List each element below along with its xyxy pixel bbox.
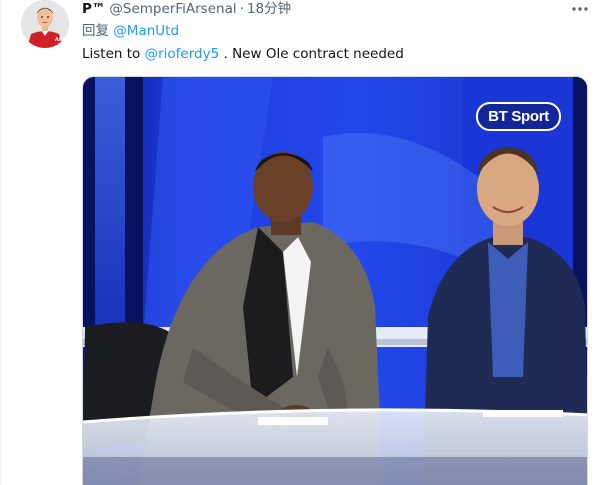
tweet-text-start: Listen to	[82, 46, 145, 62]
avatar-image: AFC	[21, 0, 69, 48]
reply-prefix: 回复	[82, 23, 109, 39]
avatar-badge-text: AFC	[55, 37, 66, 43]
video-frame-image	[83, 77, 587, 485]
display-name[interactable]: P™	[82, 0, 105, 18]
bt-sport-logo: BT Sport	[476, 102, 561, 131]
avatar[interactable]: AFC	[21, 0, 69, 48]
reply-to-mention[interactable]: @ManUtd	[113, 23, 179, 39]
more-options-button[interactable]	[569, 2, 591, 16]
more-horizontal-icon	[572, 7, 588, 11]
tweet-timestamp[interactable]: 18分钟	[247, 0, 291, 18]
tweet-card[interactable]: AFC P™ @SemperFiArsenal · 18分钟 回复 @ManUt…	[0, 0, 607, 485]
tweet-text-mention[interactable]: @rioferdy5	[145, 46, 220, 62]
tweet-video[interactable]: BT Sport	[82, 76, 588, 485]
tweet-text: Listen to @rioferdy5 . New Ole contract …	[82, 45, 404, 63]
tweet-text-end: . New Ole contract needed	[219, 46, 404, 62]
replying-to: 回复 @ManUtd	[82, 22, 179, 40]
separator-dot: ·	[239, 1, 244, 17]
user-handle[interactable]: @SemperFiArsenal	[109, 0, 236, 18]
tweet-header: P™ @SemperFiArsenal · 18分钟	[82, 0, 291, 18]
